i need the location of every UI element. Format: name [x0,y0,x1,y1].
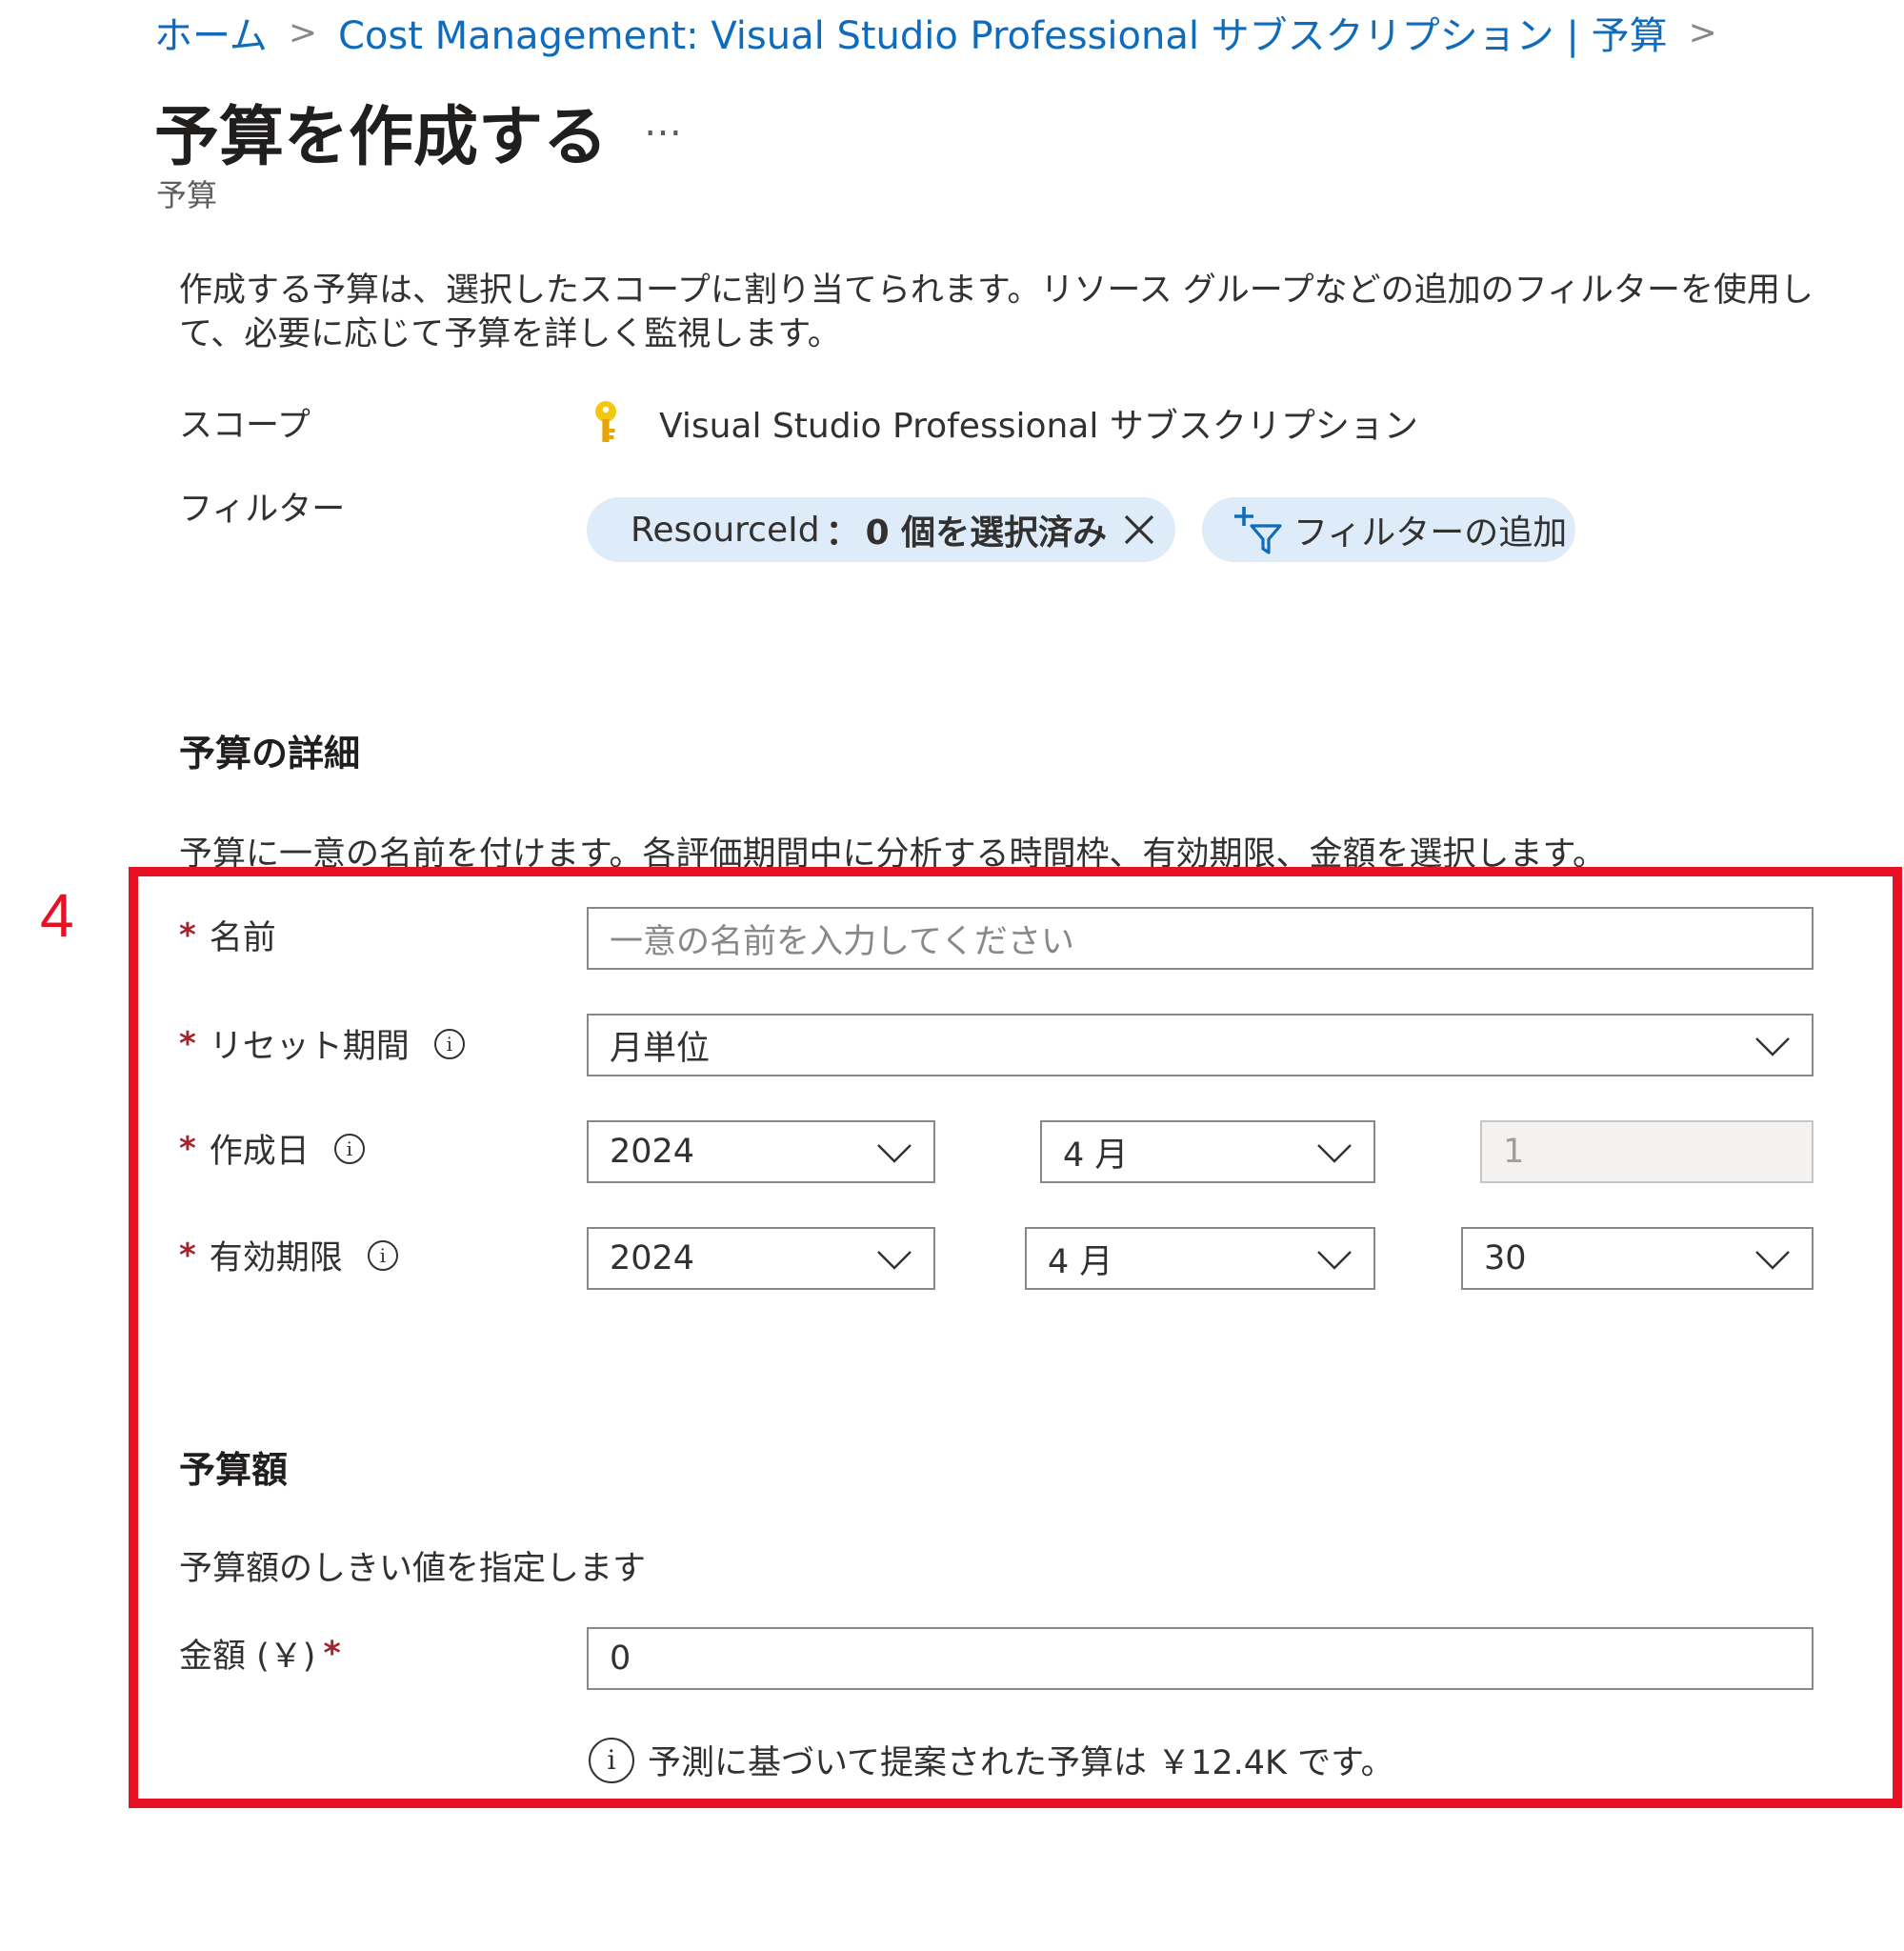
budget-name-input[interactable]: 一意の名前を入力してください [587,907,1814,970]
expiration-month-value: 4 月 [1048,1242,1113,1281]
budget-details-description: 予算に一意の名前を付けます。各評価期間中に分析する時間枠、有効期限、金額を選択し… [179,835,1607,874]
creation-month-select[interactable]: 4 月 [1040,1120,1375,1183]
breadcrumb-separator: > [1688,12,1717,52]
required-marker: * [323,1634,341,1673]
creation-day-value: 1 [1503,1133,1525,1171]
budget-name-placeholder: 一意の名前を入力してください [610,922,1074,961]
reset-period-value: 月単位 [610,1029,711,1068]
chevron-down-icon [1317,1144,1352,1163]
budget-amount-heading: 予算額 [179,1449,289,1491]
scope-label-text: スコープ [179,407,311,445]
breadcrumb: ホーム > Cost Management: Visual Studio Pro… [154,5,1738,60]
budget-details-heading: 予算の詳細 [179,733,361,774]
more-options-button[interactable]: … [644,101,684,145]
creation-day-field: 1 [1480,1120,1814,1183]
breadcrumb-separator: > [288,12,317,52]
expiration-year-value: 2024 [610,1239,695,1277]
filter-label-text: フィルター [179,491,346,529]
resource-id-filter-pill[interactable]: ResourceId ： 0 個を選択済み [587,497,1175,562]
expiration-month-select[interactable]: 4 月 [1025,1227,1375,1290]
filter-pill-key: ResourceId [631,510,820,550]
amount-label-text: 金額 (￥) [179,1638,316,1676]
expiration-date-label: * 有効期限 i [179,1231,398,1279]
breadcrumb-home[interactable]: ホーム [154,5,268,60]
required-marker: * [179,1129,196,1168]
filter-label: フィルター [179,482,345,531]
chevron-down-icon [1755,1251,1790,1270]
scope-label: スコープ [179,398,311,447]
name-label: * 名前 [179,911,276,959]
chevron-down-icon [877,1144,912,1163]
required-marker: * [179,915,196,955]
chevron-down-icon [877,1251,912,1270]
scope-value-text: Visual Studio Professional サブスクリプション [659,407,1418,446]
expiration-year-select[interactable]: 2024 [587,1227,935,1290]
info-icon[interactable]: i [333,1133,365,1164]
expiration-day-value: 30 [1484,1239,1527,1277]
add-filter-label: フィルターの追加 [1293,513,1568,553]
required-marker: * [179,1236,196,1275]
creation-date-label: * 作成日 i [179,1124,365,1173]
step-number: 4 [40,881,74,950]
amount-label: 金額 (￥) * [179,1629,341,1678]
chevron-down-icon [1755,1037,1790,1056]
name-label-text: 名前 [209,919,276,957]
expiration-day-select[interactable]: 30 [1461,1227,1814,1290]
reset-period-label-text: リセット期間 [209,1028,410,1066]
reset-period-label: * リセット期間 i [179,1019,465,1068]
filter-pill-colon: ： [825,513,860,553]
add-filter-button[interactable]: フィルターの追加 [1202,497,1575,562]
budget-amount-description: 予算額のしきい値を指定します [179,1550,647,1588]
filter-pill-value: 0 個を選択済み [865,513,1108,553]
page-subtitle: 予算 [156,177,218,213]
info-icon: i [589,1737,634,1783]
page-title: 予算を作成する [154,100,609,175]
amount-input[interactable]: 0 [587,1627,1814,1690]
chevron-down-icon [1317,1251,1352,1270]
key-icon [595,401,616,442]
suggested-budget-text: 予測に基づいて提案された予算は ￥12.4K です。 [648,1744,1394,1782]
reset-period-select[interactable]: 月単位 [587,1014,1814,1076]
intro-text: 作成する予算は、選択したスコープに割り当てられます。リソース グループなどの追加… [179,272,1814,353]
scope-value: Visual Studio Professional サブスクリプション [587,398,1418,448]
breadcrumb-budgets[interactable]: Cost Management: Visual Studio Professio… [338,5,1668,60]
info-icon[interactable]: i [433,1028,465,1059]
close-icon[interactable] [1120,511,1158,549]
creation-date-label-text: 作成日 [209,1133,310,1171]
required-marker: * [179,1024,196,1063]
creation-year-value: 2024 [610,1133,695,1171]
expiration-date-label-text: 有効期限 [209,1239,343,1277]
creation-year-select[interactable]: 2024 [587,1120,935,1183]
info-icon[interactable]: i [367,1239,398,1271]
amount-value: 0 [610,1639,631,1678]
suggested-budget-hint: i 予測に基づいて提案された予算は ￥12.4K です。 [589,1736,1394,1784]
filter-add-icon [1234,507,1282,554]
creation-month-value: 4 月 [1063,1136,1129,1175]
